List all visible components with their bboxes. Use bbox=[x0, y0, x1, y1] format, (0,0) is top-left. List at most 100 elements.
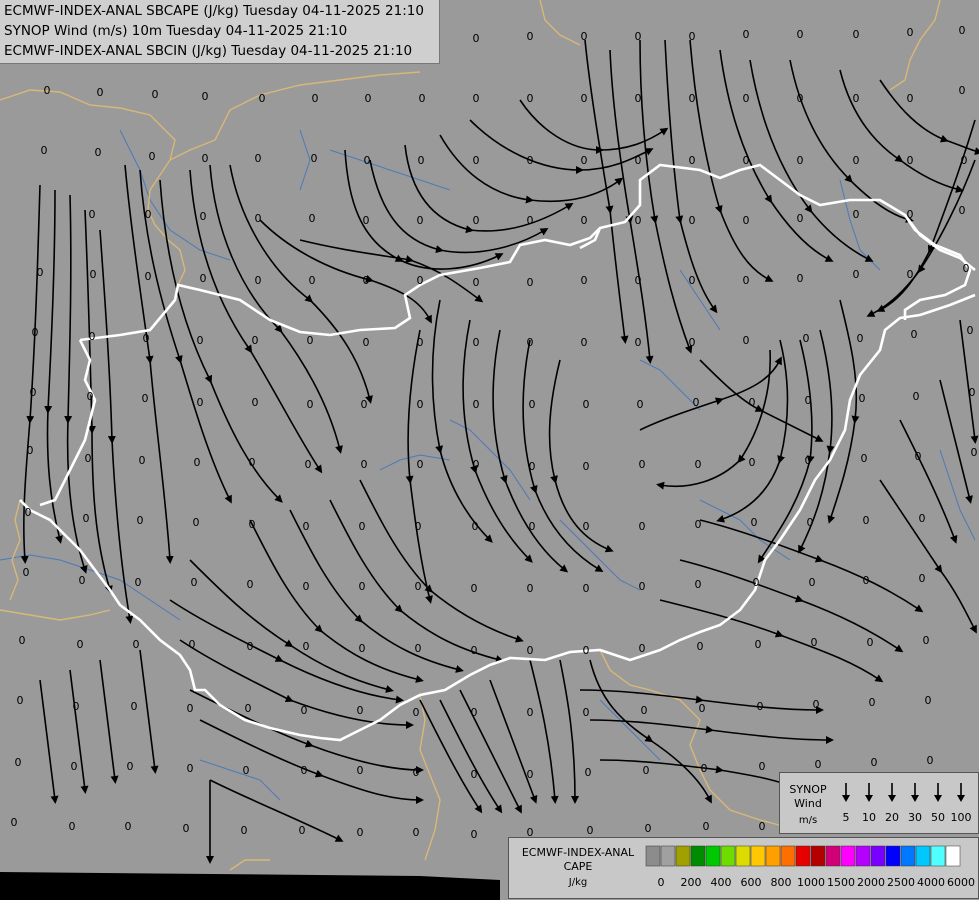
cape-value-label: 0 bbox=[527, 92, 534, 105]
cape-value-label: 0 bbox=[635, 30, 642, 43]
cape-value-label: 0 bbox=[797, 92, 804, 105]
cape-value-label: 0 bbox=[527, 30, 534, 43]
colorbar-label: 600 bbox=[741, 876, 762, 889]
cape-value-label: 0 bbox=[97, 86, 104, 99]
cape-value-label: 0 bbox=[419, 92, 426, 105]
cape-value-label: 0 bbox=[69, 820, 76, 833]
cape-value-label: 0 bbox=[581, 154, 588, 167]
cape-value-label: 0 bbox=[743, 28, 750, 41]
cape-value-label: 0 bbox=[635, 336, 642, 349]
cape-value-label: 0 bbox=[32, 326, 39, 339]
cape-value-label: 0 bbox=[527, 336, 534, 349]
wind-legend-speed-label: 100 bbox=[951, 811, 972, 824]
cape-value-label: 0 bbox=[471, 644, 478, 657]
cape-value-label: 0 bbox=[305, 458, 312, 471]
cape-value-label: 0 bbox=[417, 214, 424, 227]
cape-value-label: 0 bbox=[857, 332, 864, 345]
cape-value-label: 0 bbox=[25, 506, 32, 519]
colorbar-label: 6000 bbox=[947, 876, 975, 889]
cape-value-label: 0 bbox=[415, 580, 422, 593]
cape-value-label: 0 bbox=[142, 392, 149, 405]
cape-value-label: 0 bbox=[743, 154, 750, 167]
cape-value-label: 0 bbox=[587, 824, 594, 837]
cape-value-label: 0 bbox=[73, 700, 80, 713]
cape-value-label: 0 bbox=[527, 768, 534, 781]
cape-value-label: 0 bbox=[202, 152, 209, 165]
cape-value-label: 0 bbox=[183, 822, 190, 835]
cape-value-label: 0 bbox=[635, 274, 642, 287]
colorbar-swatch bbox=[870, 845, 886, 867]
cape-value-label: 0 bbox=[809, 576, 816, 589]
cape-value-label: 0 bbox=[23, 566, 30, 579]
cape-value-label: 0 bbox=[17, 694, 24, 707]
cape-value-label: 0 bbox=[471, 828, 478, 841]
cape-value-label: 0 bbox=[969, 386, 976, 399]
cape-value-label: 0 bbox=[743, 274, 750, 287]
colorbar-swatch bbox=[855, 845, 871, 867]
map-canvas[interactable]: 0 0 0 0 0 0 0 0 0 0 0 0 0 0 0 0 0 0 0 0 0 0 0 0 0 0 0 0 0 0 0 0 0 0 0 0 0 0 0 0… bbox=[0, 0, 979, 900]
cape-value-label: 0 bbox=[967, 324, 974, 337]
cape-value-label: 0 bbox=[797, 28, 804, 41]
cape-value-label: 0 bbox=[963, 262, 970, 275]
cape-value-label: 0 bbox=[863, 514, 870, 527]
cape-value-label: 0 bbox=[805, 394, 812, 407]
cape-value-label: 0 bbox=[27, 444, 34, 457]
cape-value-label: 0 bbox=[871, 756, 878, 769]
colorbar-swatch bbox=[810, 845, 826, 867]
cape-value-label: 0 bbox=[301, 704, 308, 717]
colorbar-swatch bbox=[945, 845, 961, 867]
title-panel: ECMWF-INDEX-ANAL SBCAPE (J/kg) Tuesday 0… bbox=[0, 0, 440, 64]
cape-value-label: 0 bbox=[811, 636, 818, 649]
cape-value-label: 0 bbox=[202, 90, 209, 103]
cape-value-label: 0 bbox=[635, 92, 642, 105]
cape-value-label: 0 bbox=[19, 634, 26, 647]
cape-value-label: 0 bbox=[919, 512, 926, 525]
cape-value-label: 0 bbox=[529, 398, 536, 411]
cape-value-label: 0 bbox=[79, 574, 86, 587]
cape-value-label: 0 bbox=[365, 92, 372, 105]
cape-value-label: 0 bbox=[44, 84, 51, 97]
cape-value-label: 0 bbox=[143, 332, 150, 345]
cape-value-label: 0 bbox=[583, 398, 590, 411]
cape-value-label: 0 bbox=[695, 458, 702, 471]
cape-value-label: 0 bbox=[71, 760, 78, 773]
cape-value-label: 0 bbox=[191, 576, 198, 589]
cape-value-label: 0 bbox=[187, 762, 194, 775]
cape-value-label: 0 bbox=[919, 572, 926, 585]
cape-value-label: 0 bbox=[361, 458, 368, 471]
cape-value-label: 0 bbox=[95, 146, 102, 159]
cape-value-label: 0 bbox=[413, 766, 420, 779]
cape-value-label: 0 bbox=[252, 396, 259, 409]
cape-value-label: 0 bbox=[131, 700, 138, 713]
wind-legend-speed-label: 20 bbox=[885, 811, 899, 824]
cape-value-label: 0 bbox=[527, 582, 534, 595]
cape-value-label: 0 bbox=[853, 268, 860, 281]
cape-value-label: 0 bbox=[145, 208, 152, 221]
cape-value-label: 0 bbox=[527, 644, 534, 657]
cape-value-label: 0 bbox=[415, 520, 422, 533]
cape-value-label: 0 bbox=[797, 272, 804, 285]
cape-value-label: 0 bbox=[415, 642, 422, 655]
cape-value-label: 0 bbox=[959, 24, 966, 37]
cape-value-label: 0 bbox=[759, 820, 766, 833]
cape-value-label: 0 bbox=[309, 212, 316, 225]
cape-value-label: 0 bbox=[853, 208, 860, 221]
cape-value-label: 0 bbox=[135, 576, 142, 589]
cape-value-label: 0 bbox=[743, 334, 750, 347]
cape-value-label: 0 bbox=[853, 154, 860, 167]
colorbar-swatch bbox=[735, 845, 751, 867]
colorbar-label: 800 bbox=[771, 876, 792, 889]
cape-value-label: 0 bbox=[133, 638, 140, 651]
cape-value-label: 0 bbox=[85, 452, 92, 465]
colorbar-swatch bbox=[885, 845, 901, 867]
cape-value-label: 0 bbox=[259, 92, 266, 105]
cape-value-label: 0 bbox=[473, 214, 480, 227]
cape-value-label: 0 bbox=[413, 826, 420, 839]
cape-value-label: 0 bbox=[869, 696, 876, 709]
cape-value-label: 0 bbox=[689, 92, 696, 105]
colorbar-swatch bbox=[645, 845, 661, 867]
cape-value-label: 0 bbox=[689, 274, 696, 287]
cape-value-label: 0 bbox=[413, 706, 420, 719]
wind-legend-arrowhead bbox=[842, 795, 850, 802]
cape-value-label: 0 bbox=[363, 214, 370, 227]
